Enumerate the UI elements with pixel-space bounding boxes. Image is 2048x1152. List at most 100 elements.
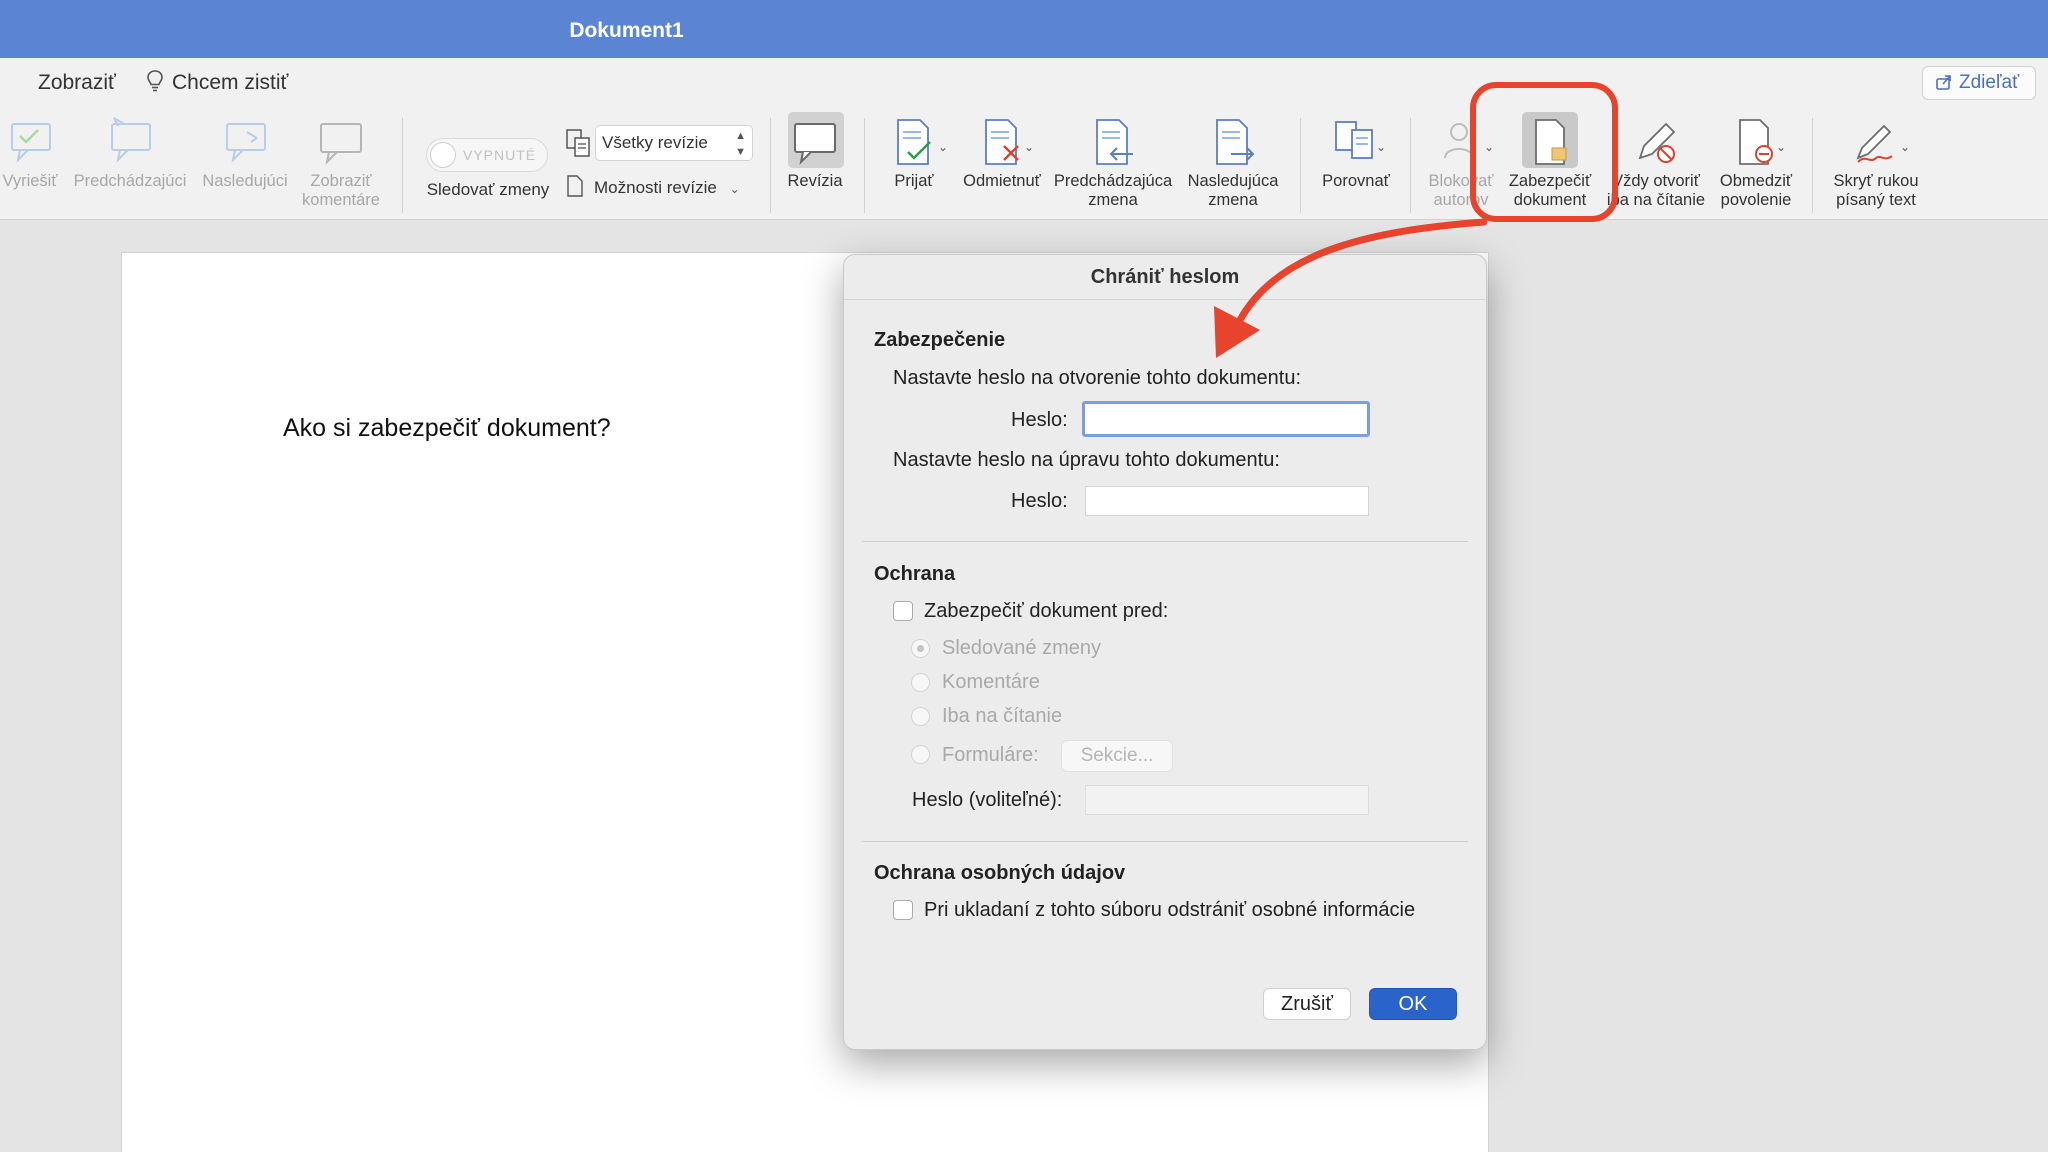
markup-options-label: Možnosti revízie	[594, 178, 717, 197]
previous-change-icon	[1096, 119, 1133, 165]
hide-ink-icon	[1856, 124, 1893, 163]
forms-label: Formuláre:	[942, 744, 1039, 766]
stepper-icon: ▲ ▼	[735, 130, 746, 158]
comment-icon	[320, 123, 362, 166]
share-icon	[1936, 75, 1951, 90]
next-comment-label: Nasledujúci	[202, 172, 288, 190]
menu-tell-me[interactable]: Chcem zistiť	[146, 68, 288, 98]
remove-personal-info-label: Pri ukladaní z tohto súboru odstrániť os…	[924, 899, 1416, 921]
resolve-button[interactable]: Vyriešiť	[0, 108, 66, 218]
ribbon-divider	[402, 118, 403, 213]
reviewing-pane-icon	[794, 123, 836, 166]
always-open-readonly-button[interactable]: Vždy otvoriť iba na čítanie	[1604, 108, 1708, 218]
section-divider	[862, 841, 1468, 842]
section-divider	[862, 541, 1468, 542]
toggle-state: VYPNUTÉ	[463, 147, 537, 163]
next-change-button[interactable]: Nasledujúca zmena	[1180, 108, 1286, 218]
ribbon-divider	[770, 118, 771, 213]
modify-password-field-label: Heslo:	[1011, 490, 1068, 512]
lightbulb-icon	[147, 70, 163, 92]
toggle-knob	[430, 142, 456, 168]
ok-button[interactable]: OK	[1369, 988, 1457, 1020]
sections-button[interactable]: Sekcie...	[1061, 740, 1173, 772]
window-title: Dokument1	[569, 19, 684, 42]
annotation-highlight	[1470, 82, 1618, 222]
markup-icon	[566, 129, 590, 157]
document-icon	[567, 175, 583, 197]
readonly-label: Iba na čítanie	[942, 705, 1063, 727]
accept-change-icon	[897, 119, 931, 165]
password-protect-dialog: Chrániť heslom Zabezpečenie Nastavte hes…	[843, 254, 1487, 1050]
always-open-readonly-label: Vždy otvoriť iba na čítanie	[1606, 172, 1706, 209]
remove-personal-info-checkbox[interactable]	[893, 900, 913, 920]
chevron-down-icon[interactable]: ⌄	[1900, 140, 1910, 154]
title-bar: Dokument1	[0, 0, 2048, 58]
comments-radio[interactable]	[911, 673, 930, 692]
pencil-readonly-icon	[1638, 122, 1676, 163]
next-change-icon	[1216, 119, 1255, 165]
document-heading[interactable]: Ako si zabezpečiť dokument?	[283, 414, 611, 443]
privacy-heading: Ochrana osobných údajov	[874, 862, 1126, 884]
reject-button[interactable]: Odmietnuť	[956, 108, 1048, 218]
track-changes-label: Sledovať zmeny	[426, 180, 550, 199]
show-comments-button[interactable]: Zobraziť komentáre	[296, 108, 386, 218]
protect-document-checkbox[interactable]	[893, 601, 913, 621]
share-button[interactable]: Zdieľať	[1922, 66, 2036, 100]
open-password-input[interactable]	[1082, 401, 1370, 437]
open-password-field-label: Heslo:	[1011, 409, 1068, 431]
show-comments-label: Zobraziť komentáre	[302, 172, 380, 209]
ribbon-divider	[1812, 118, 1813, 213]
hide-ink-label: Skryť rukou písaný text	[1833, 172, 1919, 209]
restrict-permission-label: Obmedziť povolenie	[1719, 172, 1793, 209]
hide-ink-button[interactable]: Skryť rukou písaný text	[1820, 108, 1932, 218]
readonly-radio[interactable]	[911, 707, 930, 726]
tracked-changes-radio[interactable]	[911, 639, 930, 658]
chevron-down-icon[interactable]: ⌄	[1376, 140, 1386, 154]
reject-change-icon	[985, 119, 1019, 165]
markup-select-value: Všetky revízie	[602, 133, 708, 152]
accept-button[interactable]: Prijať	[872, 108, 956, 218]
ribbon-divider	[1410, 118, 1411, 213]
previous-comment-label: Predchádzajúci	[73, 172, 187, 190]
previous-comment-button[interactable]: Predchádzajúci	[66, 108, 194, 218]
forms-radio[interactable]	[911, 745, 930, 764]
reviewing-pane-label: Revízia	[787, 172, 843, 190]
protect-document-checkbox-label: Zabezpečiť dokument pred:	[924, 600, 1169, 622]
restrict-permission-button[interactable]: Obmedziť povolenie	[1710, 108, 1802, 218]
optional-password-input[interactable]	[1085, 785, 1369, 815]
reject-label: Odmietnuť	[963, 172, 1041, 190]
chevron-down-icon[interactable]: ⌄	[938, 140, 948, 154]
reviewing-pane-button[interactable]: Revízia	[774, 108, 856, 218]
modify-password-input[interactable]	[1085, 486, 1369, 516]
previous-comment-icon	[111, 117, 151, 164]
next-comment-button[interactable]: Nasledujúci	[194, 108, 296, 218]
chevron-down-icon: ⌄	[729, 182, 740, 196]
markup-options-button[interactable]: Možnosti revízie ⌄	[566, 172, 766, 204]
dialog-title: Chrániť heslom	[844, 255, 1486, 300]
previous-change-button[interactable]: Predchádzajúca zmena	[1050, 108, 1176, 218]
compare-label: Porovnať	[1322, 172, 1390, 190]
security-heading: Zabezpečenie	[874, 329, 1006, 351]
menu-bar: Zobraziť Chcem zistiť	[0, 58, 2048, 108]
chevron-down-icon[interactable]: ⌄	[1024, 140, 1034, 154]
previous-change-label: Predchádzajúca zmena	[1053, 172, 1173, 209]
track-changes-toggle[interactable]: VYPNUTÉ	[426, 138, 548, 172]
comment-resolve-icon	[11, 123, 51, 164]
optional-password-label: Heslo (voliteľné):	[912, 789, 1063, 811]
markup-select[interactable]: Všetky revízie ▲ ▼	[595, 125, 753, 161]
ribbon-divider	[1300, 118, 1301, 213]
compare-button[interactable]: Porovnať	[1310, 108, 1402, 218]
next-change-label: Nasledujúca zmena	[1187, 172, 1279, 209]
tracked-changes-label: Sledované zmeny	[942, 637, 1101, 659]
ribbon-divider	[864, 118, 865, 213]
cancel-button[interactable]: Zrušiť	[1263, 988, 1351, 1020]
chevron-down-icon[interactable]: ⌄	[1776, 140, 1786, 154]
resolve-label: Vyriešiť	[2, 172, 58, 190]
menu-view[interactable]: Zobraziť	[38, 68, 116, 98]
ribbon: Vyriešiť Predchádzajúci Nasledujúci Zobr…	[0, 108, 2048, 220]
radio-dot	[917, 645, 924, 652]
modify-password-label: Nastavte heslo na úpravu tohto dokumentu…	[893, 449, 1280, 471]
open-password-label: Nastavte heslo na otvorenie tohto dokume…	[893, 367, 1302, 389]
comments-label: Komentáre	[942, 671, 1040, 693]
next-comment-icon	[226, 123, 266, 164]
